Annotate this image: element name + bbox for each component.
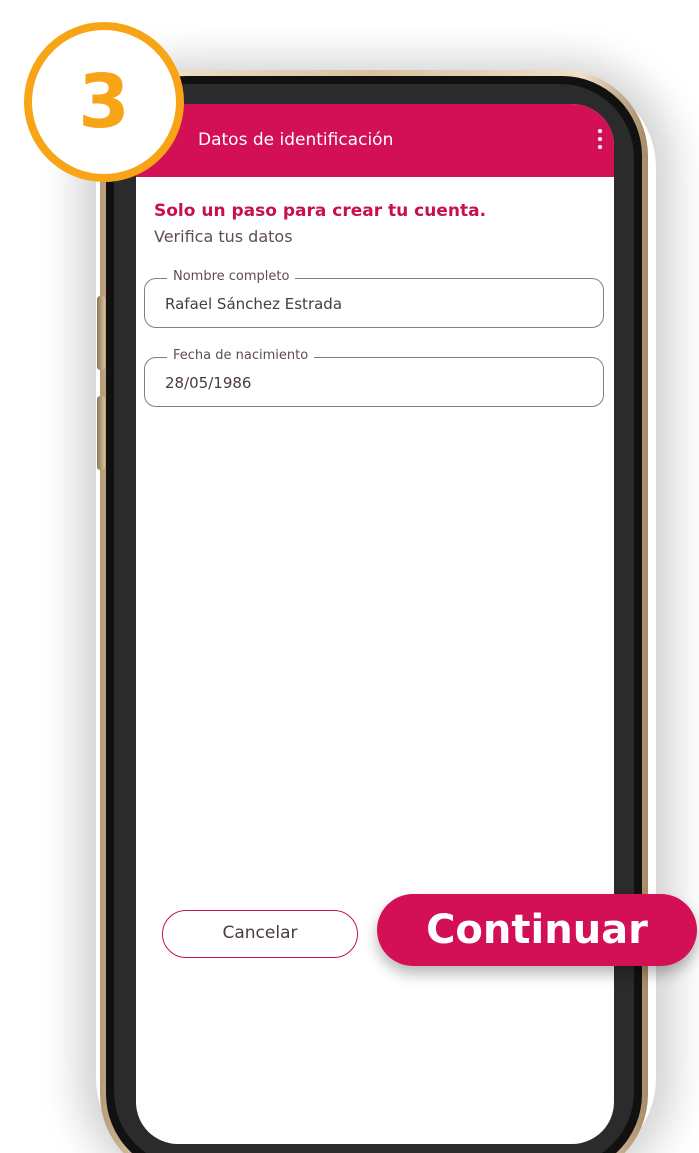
birth-date-label: Fecha de nacimiento <box>167 348 315 363</box>
tutorial-stage: Datos de identificación Solo un paso par… <box>0 0 699 1153</box>
step-number: 3 <box>78 59 130 145</box>
phone-volume-up-button <box>97 296 105 370</box>
birth-date-field[interactable]: Fecha de nacimiento 28/05/1986 <box>144 348 604 407</box>
page-subheadline: Verifica tus datos <box>154 227 293 246</box>
phone-volume-down-button <box>97 396 105 470</box>
more-vert-icon[interactable] <box>596 128 604 150</box>
full-name-field[interactable]: Nombre completo Rafael Sánchez Estrada <box>144 269 604 328</box>
birth-date-value[interactable]: 28/05/1986 <box>165 374 251 392</box>
step-badge: 3 <box>24 22 184 182</box>
page-headline: Solo un paso para crear tu cuenta. <box>154 201 487 221</box>
full-name-value[interactable]: Rafael Sánchez Estrada <box>165 295 342 313</box>
cancel-button[interactable]: Cancelar <box>162 910 358 958</box>
phone-screen: Datos de identificación Solo un paso par… <box>136 104 614 1144</box>
app-bar: Datos de identificación <box>136 104 614 177</box>
continue-button[interactable]: Continuar <box>377 894 697 966</box>
full-name-label: Nombre completo <box>167 269 296 284</box>
app-bar-title: Datos de identificación <box>198 130 394 150</box>
